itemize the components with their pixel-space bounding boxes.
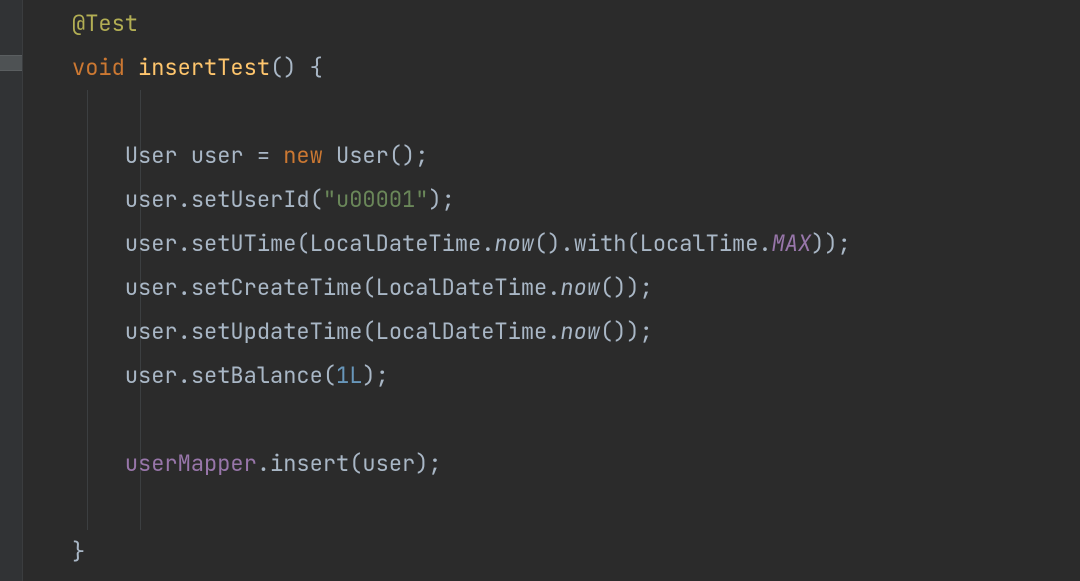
code-content[interactable]: @Test void insertTest() { User user = ne… xyxy=(72,2,1080,574)
annotation: @Test xyxy=(72,9,138,38)
decl-rest: () { xyxy=(270,53,323,82)
stmt-user-decl-a: User user = xyxy=(125,141,283,170)
stmt-setbalance-a: user.setBalance( xyxy=(125,361,336,390)
static-method-now: now xyxy=(560,273,600,302)
stmt-user-decl-b: User(); xyxy=(323,141,429,170)
static-method-now: now xyxy=(494,229,534,258)
close-stmt-2: )); xyxy=(811,229,851,258)
keyword-void: void xyxy=(72,53,125,82)
editor-gutter xyxy=(0,0,23,581)
stmt-setuserid-a: user.setUserId( xyxy=(125,185,323,214)
stmt-insert-b: .insert(user); xyxy=(257,449,442,478)
stmt-setupdate-a: user.setUpdateTime(LocalDateTime. xyxy=(125,317,561,346)
brace-close: } xyxy=(72,537,85,566)
code-editor[interactable]: @Test void insertTest() { User user = ne… xyxy=(0,0,1080,581)
string-u00001: "u00001" xyxy=(323,185,429,214)
number-1l: 1L xyxy=(336,361,362,390)
static-method-now: now xyxy=(560,317,600,346)
stmt-setutime-a: user.setUTime(LocalDateTime. xyxy=(125,229,495,258)
close-stmt: ); xyxy=(428,185,454,214)
close-paren-stmt: ()); xyxy=(600,317,653,346)
close-stmt: ); xyxy=(362,361,388,390)
field-usermapper: userMapper xyxy=(125,449,257,478)
code-area[interactable]: @Test void insertTest() { User user = ne… xyxy=(22,0,1080,574)
close-paren-stmt: ()); xyxy=(600,273,653,302)
static-field-max: MAX xyxy=(772,229,812,258)
keyword-new: new xyxy=(283,141,323,170)
stmt-setcreate-a: user.setCreateTime(LocalDateTime. xyxy=(125,273,561,302)
stmt-setutime-b: ().with(LocalTime. xyxy=(534,229,772,258)
method-name: insertTest xyxy=(138,53,270,82)
method-fold-marker[interactable] xyxy=(0,55,22,71)
